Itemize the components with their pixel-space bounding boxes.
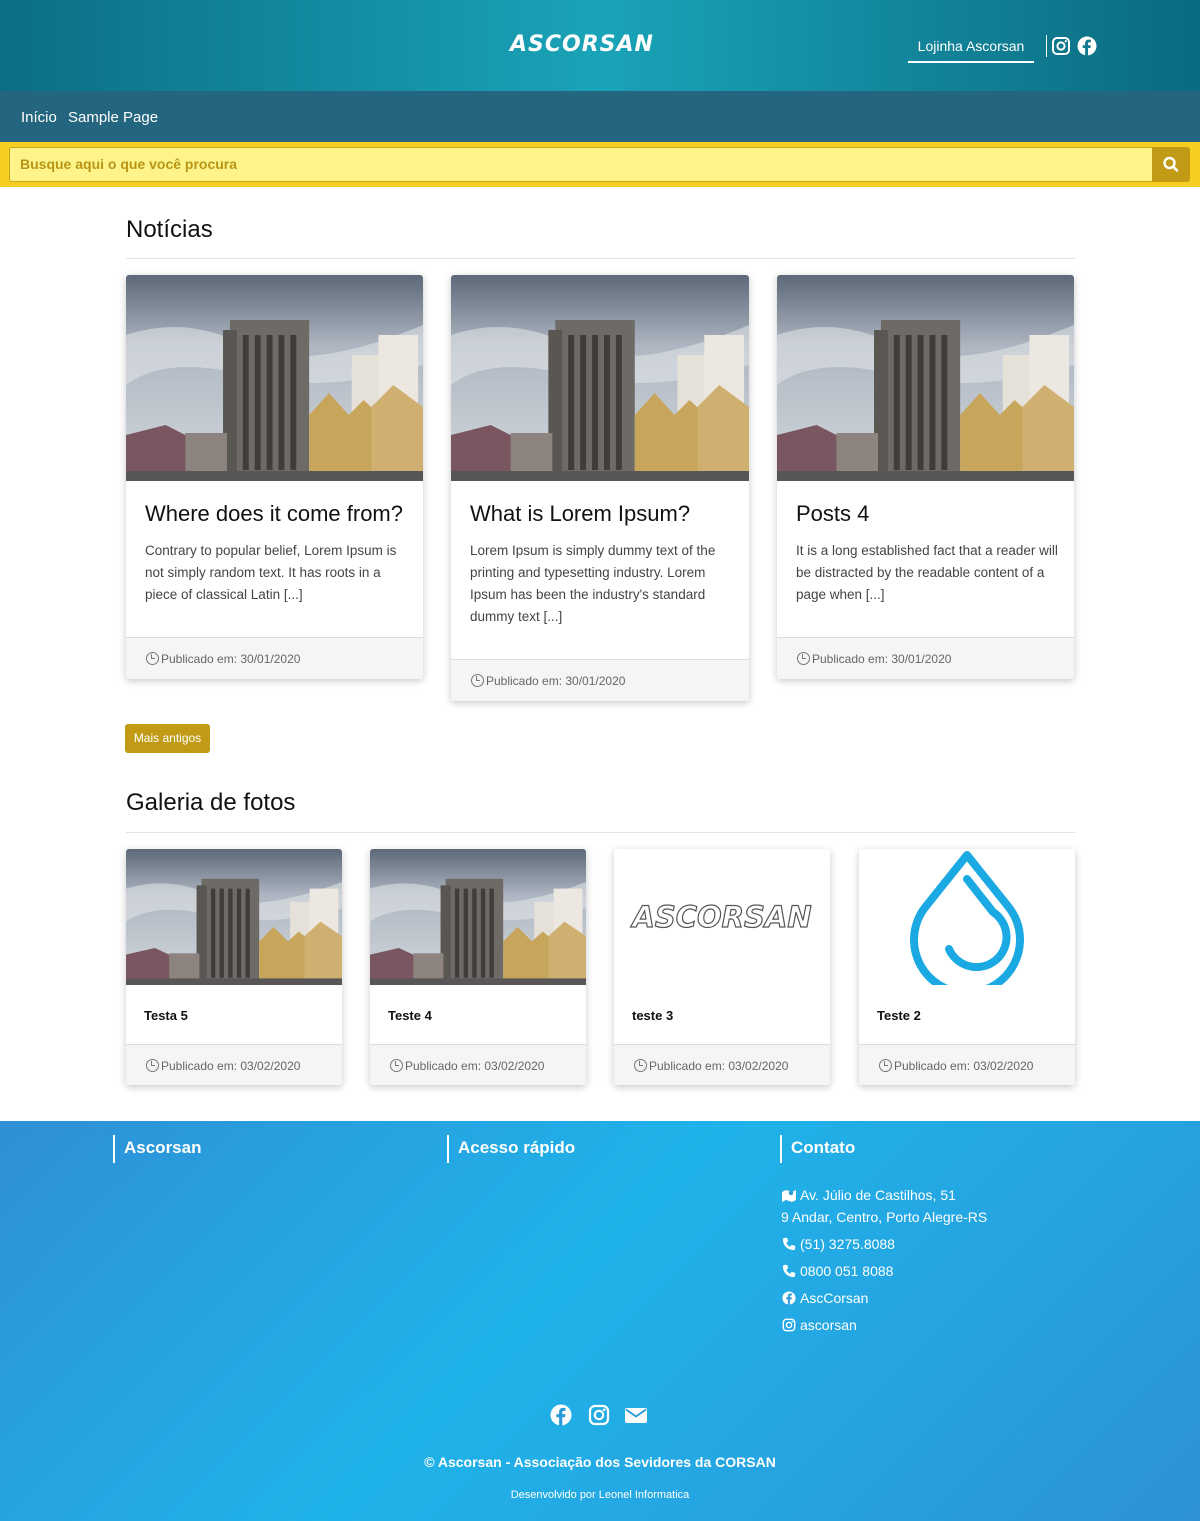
gallery-section-title: Galeria de fotos [126,789,296,816]
gallery-footer: Publicado em: 03/02/2020 [370,1044,586,1085]
footer-heading-contact: Contato [780,1135,855,1163]
news-section-title: Notícias [126,216,213,243]
clock-icon [471,674,484,687]
gallery-date: Publicado em: 03/02/2020 [894,1059,1034,1073]
instagram-icon[interactable] [588,1404,610,1426]
news-card-footer: Publicado em: 30/01/2020 [777,637,1074,679]
footer-address-line2: 9 Andar, Centro, Porto Alegre-RS [781,1209,988,1225]
gallery-card[interactable]: Teste 2 Publicado em: 03/02/2020 [859,849,1075,1085]
gallery-card[interactable]: ASCORSAN teste 3 Publicado em: 03/02/202… [614,849,830,1085]
search-button[interactable] [1152,147,1190,182]
news-card-excerpt: It is a long established fact that a rea… [796,543,1058,602]
gallery-divider [126,832,1075,833]
instagram-icon [782,1318,796,1332]
news-card-title[interactable]: Where does it come from? [145,501,403,527]
footer-facebook: AscCorsan [781,1290,868,1306]
gallery-card[interactable]: Testa 5 Publicado em: 03/02/2020 [126,849,342,1085]
gallery-title[interactable]: Teste 2 [877,1008,921,1023]
clock-icon [879,1059,892,1072]
footer-copyright: © Ascorsan - Associação dos Sevidores da… [424,1454,776,1470]
news-card-image[interactable] [126,275,423,481]
clock-icon [390,1059,403,1072]
ascorsan-logo-image[interactable]: ASCORSAN [614,849,830,985]
gallery-title[interactable]: Teste 4 [388,1008,432,1023]
news-card-date: Publicado em: 30/01/2020 [486,674,626,688]
gallery-card[interactable]: Teste 4 Publicado em: 03/02/2020 [370,849,586,1085]
shop-link[interactable]: Lojinha Ascorsan [908,33,1034,63]
header-divider [1046,35,1047,57]
news-card[interactable]: Where does it come from? Contrary to pop… [126,275,423,679]
footer-address-line1: Av. Júlio de Castilhos, 51 [781,1187,956,1203]
footer-instagram: ascorsan [781,1317,857,1333]
footer-heading-quick-access: Acesso rápido [447,1135,575,1163]
nav-item-sample-page[interactable]: Sample Page [68,109,158,126]
svg-text:ASCORSAN: ASCORSAN [630,900,811,934]
news-card[interactable]: What is Lorem Ipsum? Lorem Ipsum is simp… [451,275,749,701]
footer-developer-credit[interactable]: Desenvolvido por Leonel Informatica [0,1489,1200,1501]
gallery-date: Publicado em: 03/02/2020 [161,1059,301,1073]
gallery-date: Publicado em: 03/02/2020 [405,1059,545,1073]
main-nav: Início Sample Page [0,91,1200,142]
email-icon[interactable] [625,1404,647,1426]
news-card-image[interactable] [451,275,749,481]
news-card[interactable]: Posts 4 It is a long established fact th… [777,275,1074,679]
top-header: ASCORSAN Lojinha Ascorsan [0,0,1200,91]
gallery-title[interactable]: teste 3 [632,1008,673,1023]
search-bar: Busque aqui o que você procura [0,142,1200,187]
footer-phone-1: (51) 3275.8088 [781,1236,895,1252]
gallery-image[interactable] [126,849,342,985]
older-posts-button[interactable]: Mais antigos [125,724,210,753]
clock-icon [146,1059,159,1072]
news-card-footer: Publicado em: 30/01/2020 [126,637,423,679]
facebook-icon[interactable] [1077,36,1097,56]
search-icon [1163,156,1179,172]
site-logo[interactable]: ASCORSAN [510,32,654,57]
clock-icon [634,1059,647,1072]
search-input[interactable]: Busque aqui o que você procura [9,147,1153,182]
gallery-footer: Publicado em: 03/02/2020 [126,1044,342,1085]
gallery-image[interactable] [370,849,586,985]
gallery-date: Publicado em: 03/02/2020 [649,1059,789,1073]
footer-phone-2: 0800 051 8088 [781,1263,893,1279]
phone-icon [782,1264,796,1278]
gallery-footer: Publicado em: 03/02/2020 [614,1044,830,1085]
facebook-icon[interactable] [550,1404,572,1426]
map-icon [782,1190,796,1202]
news-card-excerpt: Lorem Ipsum is simply dummy text of the … [470,543,716,624]
phone-icon [782,1237,796,1251]
news-card-footer: Publicado em: 30/01/2020 [451,659,749,701]
water-drop-image[interactable] [859,849,1075,985]
news-card-date: Publicado em: 30/01/2020 [161,652,301,666]
news-divider [126,258,1075,259]
gallery-title[interactable]: Testa 5 [144,1008,188,1023]
news-card-excerpt: Contrary to popular belief, Lorem Ipsum … [145,543,397,602]
news-card-title[interactable]: What is Lorem Ipsum? [470,501,690,527]
facebook-icon [782,1291,796,1305]
clock-icon [797,652,810,665]
footer-heading-ascorsan: Ascorsan [113,1135,201,1163]
instagram-icon[interactable] [1051,36,1071,56]
clock-icon [146,652,159,665]
news-card-image[interactable] [777,275,1074,481]
site-footer: Ascorsan Acesso rápido Contato Av. Júlio… [0,1121,1200,1521]
nav-item-inicio[interactable]: Início [21,109,57,126]
gallery-footer: Publicado em: 03/02/2020 [859,1044,1075,1085]
news-card-title[interactable]: Posts 4 [796,501,869,527]
news-card-date: Publicado em: 30/01/2020 [812,652,952,666]
